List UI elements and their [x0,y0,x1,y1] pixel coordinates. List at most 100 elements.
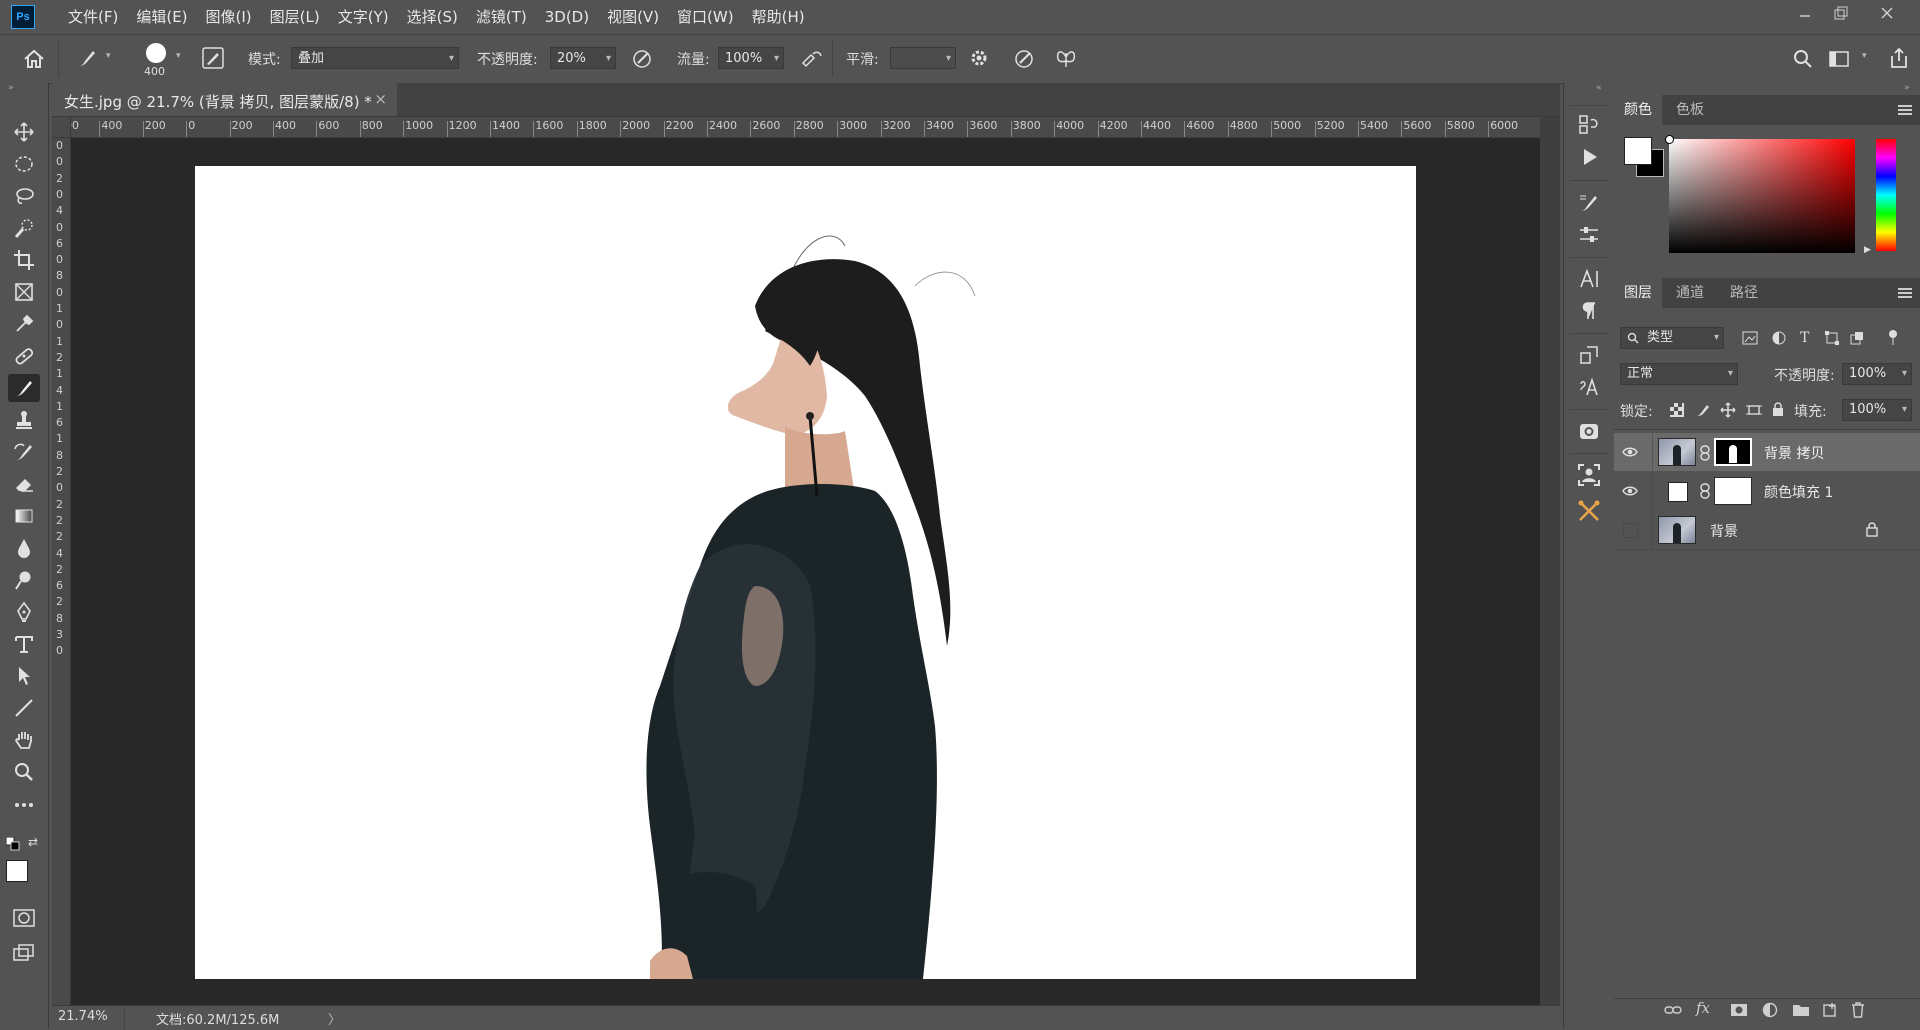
chevron-down-icon[interactable]: ▾ [1862,51,1867,61]
more-icon[interactable] [8,791,40,819]
tab-channels[interactable]: 通道 [1666,278,1714,308]
marquee-icon[interactable] [8,150,40,178]
menu-window[interactable]: 窗口(W) [677,6,734,27]
layer-thumbnail[interactable] [1658,516,1696,544]
mode-select[interactable]: 叠加 ▾ [291,47,459,69]
link-layers-icon[interactable] [1664,1003,1682,1017]
hue-slider[interactable] [1876,139,1896,251]
filter-adjustment-icon[interactable] [1772,331,1786,345]
default-colors-icon[interactable] [6,837,20,851]
tab-swatches[interactable]: 色板 [1666,95,1714,125]
lasso-icon[interactable] [8,182,40,210]
zoom-level[interactable]: 21.74% [58,1009,108,1024]
lock-all-icon[interactable] [1772,402,1784,417]
screen-mode-icon[interactable] [13,943,35,963]
glyphs-icon[interactable] [1575,373,1603,401]
add-mask-icon[interactable] [1730,1003,1748,1017]
flow-input[interactable]: 100% ▾ [718,47,784,69]
lock-position-icon[interactable] [1720,402,1736,418]
path-select-icon[interactable] [8,662,40,690]
tab-color[interactable]: 颜色 [1614,95,1662,125]
brush-preset-icon[interactable] [76,47,98,69]
lock-transparent-icon[interactable] [1670,403,1684,417]
stamp-icon[interactable] [8,406,40,434]
collapse-panels-icon[interactable]: » [1904,83,1910,93]
layer-filter-select[interactable]: 类型 ▾ [1620,327,1724,349]
layer-mask-thumbnail[interactable] [1714,477,1752,505]
trash-icon[interactable] [1850,1001,1866,1018]
color-fg-swatch[interactable] [1624,137,1652,165]
menu-select[interactable]: 选择(S) [407,6,458,27]
panel-menu-icon[interactable] [1898,105,1912,115]
brush-size-preview[interactable] [146,43,166,63]
close-tab-icon[interactable]: × [374,90,387,108]
adjust-sliders-icon[interactable] [1575,221,1603,249]
layer-thumbnail[interactable] [1658,438,1696,466]
layer-opacity-input[interactable]: 100% ▾ [1842,363,1912,385]
visibility-toggle-empty[interactable] [1623,523,1638,538]
adjustment-layer-icon[interactable] [1762,1002,1778,1018]
camera-icon[interactable] [1575,417,1603,445]
quick-mask-icon[interactable] [13,908,35,928]
clone-source-icon[interactable] [1575,341,1603,369]
color-field[interactable] [1665,135,1855,253]
collapse-icon[interactable]: « [1596,83,1602,93]
line-icon[interactable] [8,694,40,722]
gradient-icon[interactable] [8,502,40,530]
image-canvas[interactable] [195,166,1416,979]
brush-icon[interactable] [8,374,40,402]
home-icon[interactable] [22,47,46,71]
eyedropper-icon[interactable] [8,310,40,338]
document-tab[interactable]: 女生.jpg @ 21.7% (背景 拷贝, 图层蒙版/8) * × [52,83,397,117]
history-brush-icon[interactable] [8,438,40,466]
eye-icon[interactable] [1622,446,1638,458]
play-action-icon[interactable] [1575,143,1603,171]
eraser-icon[interactable] [8,470,40,498]
menu-view[interactable]: 视图(V) [607,6,659,27]
healing-icon[interactable] [8,342,40,370]
vertical-scrollbar[interactable] [1540,117,1560,1005]
layer-name[interactable]: 背景 拷贝 [1764,443,1824,463]
swap-colors-icon[interactable]: ⇄ [28,835,38,849]
tab-layers[interactable]: 图层 [1614,278,1662,308]
pen-icon[interactable] [8,598,40,626]
hand-icon[interactable] [8,726,40,754]
color-picker-cursor[interactable] [1665,135,1674,144]
crop-icon[interactable] [8,246,40,274]
filter-toggle-icon[interactable] [1888,329,1898,345]
filter-type-icon[interactable]: T [1800,330,1809,346]
lock-pixels-icon[interactable] [1696,403,1710,417]
lock-artboard-icon[interactable] [1746,403,1762,417]
filter-shape-icon[interactable] [1825,331,1839,345]
blend-mode-select[interactable]: 正常 ▾ [1620,363,1738,385]
panel-menu-icon[interactable] [1898,288,1912,298]
foreground-color-swatch[interactable] [6,860,28,882]
fx-icon[interactable]: fx [1696,999,1710,1017]
blur-icon[interactable] [8,534,40,562]
share-icon[interactable] [1888,46,1910,70]
chevron-down-icon[interactable]: ▾ [176,51,181,61]
tab-paths[interactable]: 路径 [1720,278,1768,308]
close-window-icon[interactable] [1868,0,1906,26]
menu-filter[interactable]: 滤镜(T) [476,6,527,27]
layer-name[interactable]: 背景 [1710,521,1738,541]
link-icon[interactable] [1700,483,1710,499]
character-icon[interactable] [1575,265,1603,293]
layer-name[interactable]: 颜色填充 1 [1764,482,1833,502]
move-icon[interactable] [8,118,40,146]
menu-3d[interactable]: 3D(D) [545,8,589,26]
new-layer-icon[interactable] [1822,1002,1838,1018]
minimize-icon[interactable] [1786,0,1824,26]
menu-image[interactable]: 图像(I) [206,6,252,27]
menu-layer[interactable]: 图层(L) [270,6,320,27]
layer-row-color-fill[interactable]: 颜色填充 1 [1614,472,1920,510]
eye-icon[interactable] [1622,485,1638,497]
portrait-select-icon[interactable] [1575,461,1603,489]
fill-color-thumbnail[interactable] [1668,482,1688,502]
gear-icon[interactable] [968,47,990,69]
frame-icon[interactable] [8,278,40,306]
zoom-icon[interactable] [8,758,40,786]
collapse-icon[interactable]: » [8,83,14,93]
layer-fill-input[interactable]: 100% ▾ [1842,399,1912,421]
chevron-down-icon[interactable]: ▾ [106,51,111,61]
